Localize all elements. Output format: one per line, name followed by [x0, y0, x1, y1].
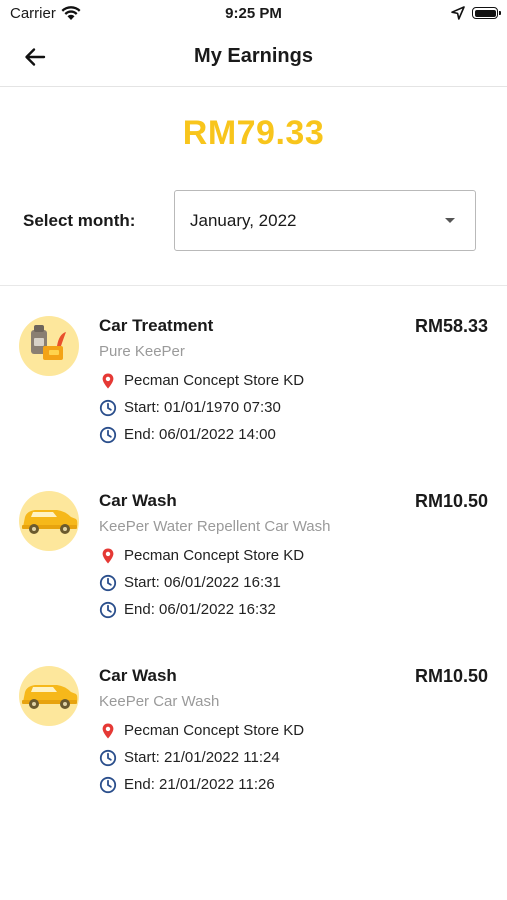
- map-pin-icon: [102, 373, 114, 389]
- arrow-left-icon: [25, 48, 46, 66]
- earning-item[interactable]: Car Wash RM10.50 KeePer Car Wash Pecman …: [0, 666, 507, 826]
- clock-icon: [99, 426, 117, 444]
- map-pin-icon: [102, 723, 114, 739]
- month-label: Select month:: [23, 211, 136, 230]
- earning-title: Car Wash: [99, 666, 177, 685]
- earning-amount: RM10.50: [414, 491, 488, 511]
- car-treatment-icon: [19, 316, 79, 376]
- car-wash-icon: [19, 666, 79, 726]
- earning-start-time: Start: 06/01/2022 16:31: [124, 574, 281, 591]
- clock-time: 9:25 PM: [225, 5, 282, 22]
- status-bar: Carrier 9:25 PM: [0, 0, 507, 28]
- earning-title: Car Wash: [99, 491, 177, 510]
- earning-end-time: End: 06/01/2022 14:00: [124, 426, 276, 443]
- chevron-down-icon: [445, 218, 455, 223]
- earning-service: KeePer Water Repellent Car Wash: [99, 518, 331, 535]
- earning-start-time: Start: 01/01/1970 07:30: [124, 399, 281, 416]
- earning-location: Pecman Concept Store KD: [124, 372, 305, 389]
- navigation-bar: My Earnings: [0, 28, 507, 87]
- earning-location: Pecman Concept Store KD: [124, 722, 305, 739]
- earning-amount: RM58.33: [414, 316, 488, 336]
- clock-icon: [99, 574, 117, 592]
- clock-icon: [99, 601, 117, 619]
- clock-icon: [99, 776, 117, 794]
- location-services-icon: [451, 6, 465, 20]
- month-dropdown[interactable]: January, 2022: [174, 190, 476, 251]
- total-earnings: RM79.33: [182, 114, 325, 152]
- car-wash-icon: [19, 491, 79, 551]
- earning-item[interactable]: Car Treatment RM58.33 Pure KeePer Pecman…: [0, 316, 507, 476]
- earning-amount: RM10.50: [414, 666, 488, 686]
- earning-end-time: End: 06/01/2022 16:32: [124, 601, 276, 618]
- earning-service: KeePer Car Wash: [99, 693, 220, 710]
- page-title: My Earnings: [194, 45, 313, 67]
- map-pin-icon: [102, 548, 114, 564]
- back-button[interactable]: [18, 42, 52, 72]
- earning-end-time: End: 21/01/2022 11:26: [124, 776, 275, 793]
- clock-icon: [99, 399, 117, 417]
- earning-service: Pure KeePer: [99, 343, 185, 360]
- clock-icon: [99, 749, 117, 767]
- battery-icon: [472, 7, 501, 19]
- earning-location: Pecman Concept Store KD: [124, 547, 305, 564]
- earning-start-time: Start: 21/01/2022 11:24: [124, 749, 280, 766]
- month-dropdown-value: January, 2022: [190, 211, 297, 230]
- earning-title: Car Treatment: [99, 316, 214, 335]
- section-divider: [0, 285, 507, 286]
- earning-item[interactable]: Car Wash RM10.50 KeePer Water Repellent …: [0, 491, 507, 651]
